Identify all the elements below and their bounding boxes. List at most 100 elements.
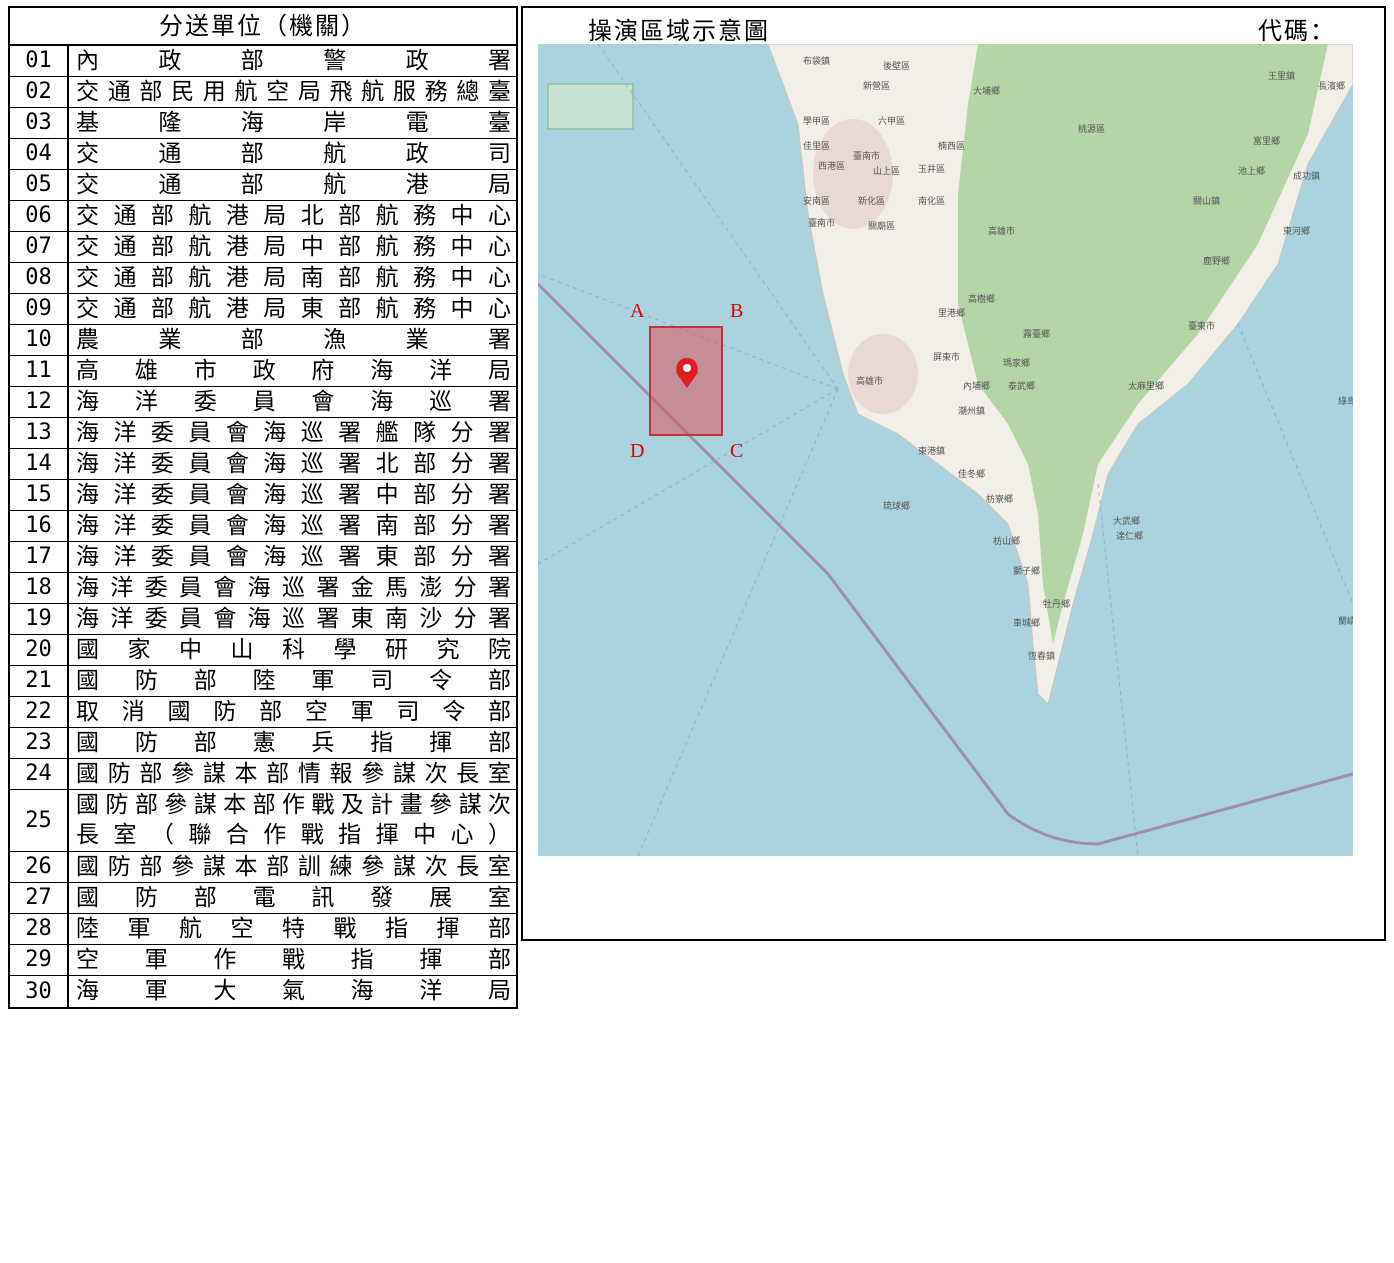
- map-place-label: 關廟區: [868, 222, 896, 232]
- map-place-label: 六甲區: [878, 117, 906, 127]
- map-place-label: 潮州鎮: [958, 407, 986, 417]
- units-table-row: 01 內政部警政署: [10, 46, 516, 77]
- unit-number: 28: [10, 914, 69, 944]
- unit-number: 26: [10, 852, 69, 882]
- unit-number: 08: [10, 263, 69, 293]
- map-canvas: [538, 44, 1353, 856]
- unit-number: 11: [10, 356, 69, 386]
- unit-number: 01: [10, 46, 69, 76]
- map-place-label: 達仁鄉: [1116, 532, 1144, 542]
- unit-number: 21: [10, 666, 69, 696]
- units-table-row: 05 交通部航港局: [10, 170, 516, 201]
- unit-number: 10: [10, 325, 69, 355]
- corner-label-b: B: [730, 300, 744, 322]
- unit-number: 06: [10, 201, 69, 231]
- map-place-label: 大武鄉: [1113, 517, 1141, 527]
- units-table-row: 02 交通部民用航空局飛航服務總臺: [10, 77, 516, 108]
- units-table-row: 19 海洋委員會海巡署東南沙分署: [10, 604, 516, 635]
- map-place-label: 東河鄉: [1283, 227, 1311, 237]
- map-place-label: 桃源區: [1078, 125, 1106, 135]
- unit-name: 農業部漁業署: [76, 327, 511, 353]
- map-place-label: 臺南市: [853, 152, 881, 162]
- unit-name: 海洋委員會海巡署: [76, 389, 511, 415]
- map-header: 操演區域示意圖 代碼：: [523, 8, 1384, 45]
- map-place-label: 佳冬鄉: [958, 470, 986, 480]
- map-place-label: 南化區: [918, 197, 946, 207]
- units-table-row: 03 基隆海岸電臺: [10, 108, 516, 139]
- units-table-row: 10 農業部漁業署: [10, 325, 516, 356]
- map-place-label: 泰武鄉: [1008, 382, 1036, 392]
- unit-number: 09: [10, 294, 69, 324]
- corner-label-c: C: [730, 440, 744, 462]
- unit-name: 內政部警政署: [76, 48, 511, 74]
- unit-name: 海洋委員會海巡署中部分署: [76, 482, 511, 508]
- map-place-label: 瑪家鄉: [1003, 359, 1031, 369]
- distribution-units-table: 分送單位（機關） 01 內政部警政署 02 交通部民用航空局飛航服務總臺 03 基隆海岸電…: [8, 6, 518, 1009]
- units-table-row: 16 海洋委員會海巡署南部分署: [10, 511, 516, 542]
- map-place-label: 後壁區: [883, 62, 911, 72]
- exercise-area-panel: 操演區域示意圖 代碼： A B C D 布袋鎮 後壁區 大埔鄉 新營區 學甲區 …: [521, 6, 1386, 941]
- map-place-label: 高雄市: [856, 377, 884, 387]
- map-place-label: 王里鎮: [1268, 72, 1296, 82]
- unit-name: 國防部憲兵指揮部: [76, 730, 511, 756]
- unit-number: 22: [10, 697, 69, 727]
- map-place-label: 鹿野鄉: [1203, 257, 1231, 267]
- map-place-label: 佳里區: [803, 142, 831, 152]
- unit-name: 國防部參謀本部訓練參謀次長室: [76, 854, 511, 880]
- unit-number: 15: [10, 480, 69, 510]
- units-table-row: 23 國防部憲兵指揮部: [10, 728, 516, 759]
- unit-name: 高雄市政府海洋局: [76, 358, 511, 384]
- unit-number: 24: [10, 759, 69, 789]
- unit-number: 30: [10, 976, 69, 1007]
- code-label: 代碼：: [1258, 17, 1336, 45]
- map-place-label: 高樹鄉: [968, 295, 996, 305]
- map-title: 操演區域示意圖: [588, 17, 770, 45]
- corner-label-a: A: [630, 300, 645, 322]
- unit-name: 國防部電訊發展室: [76, 885, 511, 911]
- map-place-label: 蘭嶼: [1338, 617, 1353, 627]
- map-place-label: 內埔鄉: [963, 382, 991, 392]
- map-place-label: 長濱鄉: [1318, 82, 1346, 92]
- penghu-park-box: [547, 83, 634, 130]
- unit-number: 17: [10, 542, 69, 572]
- map-place-label: 新化區: [858, 197, 886, 207]
- map-place-label: 布袋鎮: [803, 57, 831, 67]
- unit-number: 02: [10, 77, 69, 107]
- units-table-row: 30 海軍大氣海洋局: [10, 976, 516, 1007]
- units-table-row: 07 交通部航港局中部航務中心: [10, 232, 516, 263]
- unit-number: 27: [10, 883, 69, 913]
- unit-number: 20: [10, 635, 69, 665]
- units-table-row: 08 交通部航港局南部航務中心: [10, 263, 516, 294]
- map-place-label: 枋寮鄉: [986, 495, 1014, 505]
- unit-name: 交通部航港局: [76, 172, 511, 198]
- exercise-area-map[interactable]: A B C D 布袋鎮 後壁區 大埔鄉 新營區 學甲區 六甲區 桃源區 佳里區 臺南市 楠西區 西港…: [538, 44, 1353, 856]
- map-place-label: 高雄市: [988, 227, 1016, 237]
- map-place-label: 獅子鄉: [1013, 567, 1041, 577]
- unit-name: 交通部航港局東部航務中心: [76, 296, 511, 322]
- unit-number: 16: [10, 511, 69, 541]
- unit-number: 29: [10, 945, 69, 975]
- unit-number: 25: [10, 790, 69, 851]
- map-place-label: 臺東市: [1188, 322, 1216, 332]
- map-place-label: 屏東市: [933, 353, 961, 363]
- units-table-row: 06 交通部航港局北部航務中心: [10, 201, 516, 232]
- units-table-header: 分送單位（機關）: [10, 8, 516, 46]
- units-table-row: 27 國防部電訊發展室: [10, 883, 516, 914]
- unit-name: 交通部民用航空局飛航服務總臺: [76, 79, 511, 105]
- map-place-label: 玉井區: [918, 165, 946, 175]
- map-place-label: 成功鎮: [1293, 172, 1321, 182]
- unit-number: 19: [10, 604, 69, 634]
- map-place-label: 枋山鄉: [993, 537, 1021, 547]
- map-place-label: 琉球鄉: [883, 502, 911, 512]
- map-place-label: 安南區: [803, 197, 831, 207]
- units-table-row: 21 國防部陸軍司令部: [10, 666, 516, 697]
- unit-number: 18: [10, 573, 69, 603]
- units-table-row: 25 國防部參謀本部作戰及計畫參謀次 長室（聯合作戰指揮中心）: [10, 790, 516, 852]
- map-place-label: 楠西區: [938, 142, 966, 152]
- units-table-row: 26 國防部參謀本部訓練參謀次長室: [10, 852, 516, 883]
- units-table-row: 28 陸軍航空特戰指揮部: [10, 914, 516, 945]
- unit-name: 海洋委員會海巡署東南沙分署: [76, 606, 511, 632]
- map-place-label: 西港區: [818, 162, 846, 172]
- units-table-row: 18 海洋委員會海巡署金馬澎分署: [10, 573, 516, 604]
- map-place-label: 關山鎮: [1193, 197, 1221, 207]
